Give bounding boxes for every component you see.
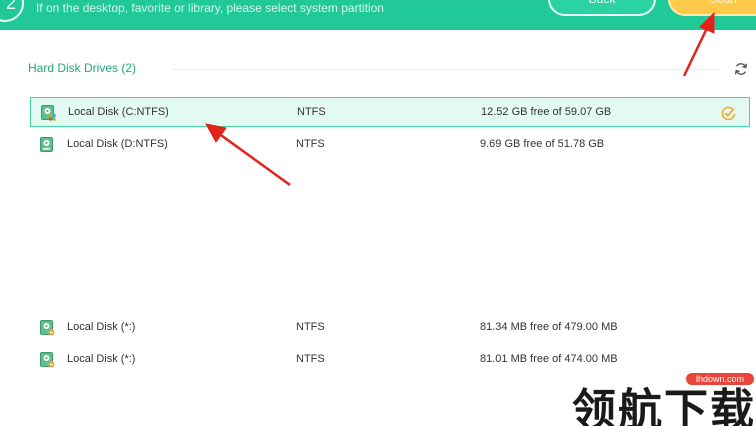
back-button[interactable]: Back xyxy=(548,0,656,16)
removable-drive-icon xyxy=(40,352,55,368)
drive-filesystem: NTFS xyxy=(296,353,325,365)
header-hint-text: If on the desktop, favorite or library, … xyxy=(36,1,384,15)
removable-drive-row-1[interactable]: Local Disk (*:) NTFS 81.34 MB free of 47… xyxy=(30,313,750,343)
drive-name: Local Disk (*:) xyxy=(67,353,136,365)
drive-free-space: 12.52 GB free of 59.07 GB xyxy=(481,106,612,118)
drive-icon xyxy=(41,105,56,121)
drive-filesystem: NTFS xyxy=(296,138,325,150)
drive-icon xyxy=(40,137,53,152)
scan-button[interactable]: Scan xyxy=(668,0,756,16)
removable-drive-icon xyxy=(40,320,55,336)
section-title-hard-disk-drives: Hard Disk Drives (2) xyxy=(28,61,137,75)
selected-check-icon xyxy=(721,106,736,121)
drive-name: Local Disk (D:NTFS) xyxy=(67,138,168,150)
drive-row-c[interactable]: Local Disk (C:NTFS) NTFS 12.52 GB free o… xyxy=(30,97,750,127)
refresh-icon[interactable] xyxy=(734,62,748,76)
drive-free-space: 81.01 MB free of 474.00 MB xyxy=(480,353,618,365)
drive-free-space: 9.69 GB free of 51.78 GB xyxy=(480,138,605,150)
drive-filesystem: NTFS xyxy=(297,106,326,118)
step-number-badge: 2 xyxy=(0,0,24,22)
drive-name: Local Disk (C:NTFS) xyxy=(68,106,169,118)
step-header: 2 If on the desktop, favorite or library… xyxy=(0,0,756,30)
drive-filesystem: NTFS xyxy=(296,321,325,333)
watermark-badge: lhdown.com xyxy=(686,373,754,385)
drive-free-space: 81.34 MB free of 479.00 MB xyxy=(480,321,618,333)
drive-row-d[interactable]: Local Disk (D:NTFS) NTFS 9.69 GB free of… xyxy=(30,130,750,160)
section-divider xyxy=(172,69,720,70)
drive-name: Local Disk (*:) xyxy=(67,321,136,333)
removable-drive-row-2[interactable]: Local Disk (*:) NTFS 81.01 MB free of 47… xyxy=(30,345,750,375)
